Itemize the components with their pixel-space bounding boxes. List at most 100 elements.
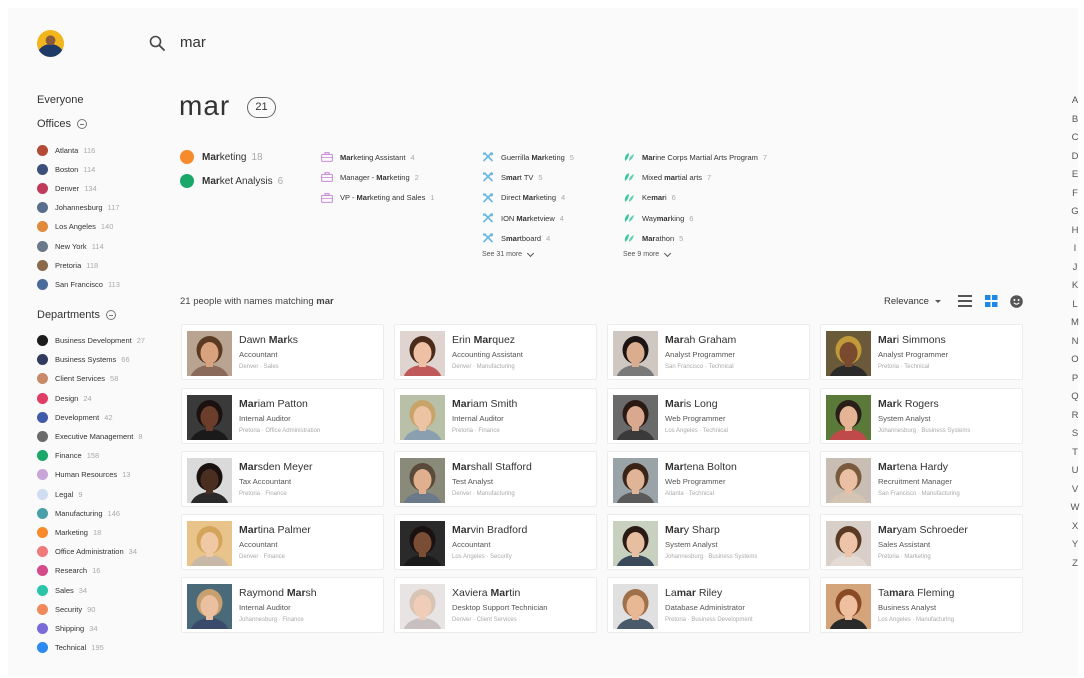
suggested-department[interactable]: Market Analysis 6 [180, 169, 283, 193]
person-name[interactable]: Erin Marquez [452, 334, 515, 346]
person-name[interactable]: Martena Hardy [878, 461, 948, 473]
person-name[interactable]: Tamara Fleming [878, 587, 954, 599]
alphabet-letter[interactable]: N [1069, 336, 1081, 355]
search-icon[interactable] [149, 35, 165, 51]
person-card[interactable]: Marvin Bradford Accountant Los Angeles · S… [394, 514, 597, 570]
person-card[interactable]: Mari Simmons Analyst Programmer Pretoria ·… [820, 324, 1023, 380]
alphabet-letter[interactable]: Q [1069, 391, 1081, 410]
alphabet-letter[interactable]: G [1069, 206, 1081, 225]
person-name[interactable]: Mari Simmons [878, 334, 946, 346]
person-card[interactable]: Marsden Meyer Tax Accountant Pretoria · Fi… [181, 451, 384, 507]
person-name[interactable]: Martena Bolton [665, 461, 737, 473]
alphabet-letter[interactable]: P [1069, 373, 1081, 392]
suggested-skill[interactable]: ION Marketview 4 [482, 208, 574, 228]
department-item-finance[interactable]: Finance 158 [37, 446, 145, 465]
list-view-icon[interactable] [958, 295, 972, 307]
person-name[interactable]: Dawn Marks [239, 334, 298, 346]
department-item-manufacturing[interactable]: Manufacturing 146 [37, 504, 145, 523]
office-item-pretoria[interactable]: Pretoria 118 [37, 256, 120, 275]
person-card[interactable]: Maris Long Web Programmer Los Angeles · Te… [607, 388, 810, 444]
department-item-business-systems[interactable]: Business Systems 66 [37, 350, 145, 369]
person-name[interactable]: Marah Graham [665, 334, 736, 346]
person-name[interactable]: Raymond Marsh [239, 587, 317, 599]
alphabet-letter[interactable]: A [1069, 95, 1081, 114]
filter-everyone[interactable]: Everyone [37, 94, 83, 106]
suggested-department[interactable]: Marketing 18 [180, 145, 283, 169]
office-item-boston[interactable]: Boston 114 [37, 160, 120, 179]
suggested-interest[interactable]: Marathon 5 [623, 228, 767, 248]
office-item-atlanta[interactable]: Atlanta 116 [37, 141, 120, 160]
person-card[interactable]: Mariam Patton Internal Auditor Pretoria · … [181, 388, 384, 444]
person-card[interactable]: Lamar Riley Database Administrator Pretori… [607, 577, 810, 633]
person-name[interactable]: Mark Rogers [878, 398, 939, 410]
alphabet-letter[interactable]: T [1069, 447, 1081, 466]
search-input[interactable]: mar [180, 34, 206, 51]
person-card[interactable]: Martina Palmer Accountant Denver · Finance [181, 514, 384, 570]
person-card[interactable]: Mariam Smith Internal Auditor Pretoria · F… [394, 388, 597, 444]
person-card[interactable]: Marah Graham Analyst Programmer San Franci… [607, 324, 810, 380]
alphabet-letter[interactable]: E [1069, 169, 1081, 188]
collapse-offices-icon[interactable] [77, 119, 88, 130]
department-item-development[interactable]: Development 42 [37, 408, 145, 427]
person-name[interactable]: Xaviera Martin [452, 587, 520, 599]
department-item-sales[interactable]: Sales 34 [37, 580, 145, 599]
person-card[interactable]: Erin Marquez Accounting Assistant Denver ·… [394, 324, 597, 380]
sort-dropdown[interactable]: Relevance [884, 296, 941, 307]
person-card[interactable]: Dawn Marks Accountant Denver · Sales [181, 324, 384, 380]
alphabet-letter[interactable]: L [1069, 299, 1081, 318]
department-item-office-administration[interactable]: Office Administration 34 [37, 542, 145, 561]
department-item-executive-management[interactable]: Executive Management 8 [37, 427, 145, 446]
alphabet-letter[interactable]: X [1069, 521, 1081, 540]
alphabet-letter[interactable]: Z [1069, 558, 1081, 577]
person-card[interactable]: Mary Sharp System Analyst Johannesburg · B… [607, 514, 810, 570]
grid-view-icon[interactable] [985, 295, 998, 307]
person-card[interactable]: Tamara Fleming Business Analyst Los Angele… [820, 577, 1023, 633]
person-name[interactable]: Martina Palmer [239, 524, 311, 536]
person-name[interactable]: Lamar Riley [665, 587, 722, 599]
office-item-denver[interactable]: Denver 134 [37, 179, 120, 198]
alphabet-letter[interactable]: B [1069, 114, 1081, 133]
alphabet-letter[interactable]: I [1069, 243, 1081, 262]
suggested-interest[interactable]: Marine Corps Martial Arts Program 7 [623, 147, 767, 167]
department-item-client-services[interactable]: Client Services 58 [37, 369, 145, 388]
suggested-interest[interactable]: Kemari 6 [623, 188, 767, 208]
person-card[interactable]: Maryam Schroeder Sales Assistant Pretoria … [820, 514, 1023, 570]
suggested-interest-see-more-button[interactable]: See 9 more [623, 249, 767, 258]
offices-heading[interactable]: Offices [37, 118, 88, 130]
suggested-role[interactable]: VP - Marketing and Sales 1 [321, 188, 435, 208]
department-item-security[interactable]: Security 90 [37, 600, 145, 619]
alphabet-letter[interactable]: H [1069, 225, 1081, 244]
alphabet-letter[interactable]: J [1069, 262, 1081, 281]
user-avatar[interactable] [37, 30, 64, 57]
suggested-skill-see-more-button[interactable]: See 31 more [482, 249, 574, 258]
alphabet-letter[interactable]: F [1069, 188, 1081, 207]
suggested-interest[interactable]: Mixed martial arts 7 [623, 167, 767, 187]
person-card[interactable]: Xaviera Martin Desktop Support Technician… [394, 577, 597, 633]
alphabet-letter[interactable]: R [1069, 410, 1081, 429]
alphabet-letter[interactable]: M [1069, 317, 1081, 336]
suggested-skill[interactable]: Smartboard 4 [482, 228, 574, 248]
office-item-san-francisco[interactable]: San Francisco 113 [37, 275, 120, 294]
department-item-marketing[interactable]: Marketing 18 [37, 523, 145, 542]
person-card[interactable]: Martena Bolton Web Programmer Atlanta · Te… [607, 451, 810, 507]
alphabet-letter[interactable]: W [1069, 502, 1081, 521]
person-card[interactable]: Mark Rogers System Analyst Johannesburg · … [820, 388, 1023, 444]
suggested-interest[interactable]: Waymarking 6 [623, 208, 767, 228]
department-item-shipping[interactable]: Shipping 34 [37, 619, 145, 638]
person-name[interactable]: Marshall Stafford [452, 461, 532, 473]
person-name[interactable]: Mary Sharp [665, 524, 720, 536]
alphabet-letter[interactable]: U [1069, 465, 1081, 484]
person-name[interactable]: Maris Long [665, 398, 718, 410]
alphabet-letter[interactable]: V [1069, 484, 1081, 503]
face-view-icon[interactable] [1010, 295, 1023, 308]
office-item-new-york[interactable]: New York 114 [37, 236, 120, 255]
alphabet-letter[interactable]: K [1069, 280, 1081, 299]
office-item-los-angeles[interactable]: Los Angeles 140 [37, 217, 120, 236]
alphabet-letter[interactable]: D [1069, 151, 1081, 170]
alphabet-letter[interactable]: S [1069, 428, 1081, 447]
department-item-technical[interactable]: Technical 195 [37, 638, 145, 657]
suggested-skill[interactable]: Direct Marketing 4 [482, 188, 574, 208]
department-item-human-resources[interactable]: Human Resources 13 [37, 465, 145, 484]
department-item-legal[interactable]: Legal 9 [37, 485, 145, 504]
alphabet-letter[interactable]: O [1069, 354, 1081, 373]
